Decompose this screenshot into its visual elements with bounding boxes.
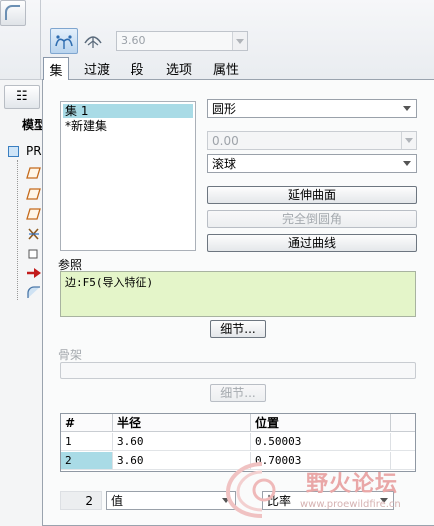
- position-mode-value: 值: [111, 494, 124, 508]
- tab-segment-label: 段: [130, 63, 144, 78]
- rolling-ball-combo[interactable]: 滚球: [207, 154, 417, 173]
- full-round-button: 完全倒圆角: [207, 210, 417, 228]
- radius-value-dropdown: [401, 132, 416, 149]
- tab-properties[interactable]: 属性: [211, 57, 241, 79]
- reference-item[interactable]: 边:F5(导入特征): [65, 276, 153, 289]
- chevron-down-icon: [405, 138, 413, 143]
- set-list-item[interactable]: 集 1: [63, 104, 193, 118]
- model-tree-tab[interactable]: ☷: [4, 85, 40, 109]
- references-collector[interactable]: 边:F5(导入特征): [60, 271, 416, 317]
- tab-properties-label: 属性: [212, 63, 239, 78]
- tab-set[interactable]: 集: [43, 57, 69, 80]
- tree-connector: [17, 160, 18, 300]
- model-tree-root[interactable]: PR: [26, 144, 42, 158]
- table-header-extra: [391, 414, 415, 432]
- radius-combo-value: 3.60: [121, 34, 146, 47]
- transition-mode-button[interactable]: [80, 28, 104, 54]
- chevron-down-icon: [403, 106, 411, 111]
- plane-feature-icon[interactable]: [26, 187, 42, 201]
- through-curve-button[interactable]: 通过曲线: [207, 234, 417, 252]
- skeleton-label: 骨架: [58, 348, 83, 362]
- tab-transition[interactable]: 过渡: [82, 57, 112, 79]
- radius-value-combo: 0.00: [207, 131, 417, 150]
- radius-combo-dropdown[interactable]: [232, 32, 247, 50]
- new-set-item[interactable]: *新建集: [63, 119, 193, 133]
- references-detail-button[interactable]: 细节...: [210, 320, 266, 338]
- round-transition-mode-icon: [84, 36, 102, 48]
- chevron-down-icon: [236, 39, 244, 44]
- tab-set-label: 集: [49, 64, 63, 79]
- point-count: 2: [60, 491, 102, 510]
- table-cell-extra: [391, 433, 415, 451]
- table-cell-position[interactable]: 0.50003: [251, 433, 391, 451]
- toolbar-separator: [40, 0, 41, 80]
- table-header-radius: 半径: [113, 414, 251, 432]
- part-icon: [8, 146, 19, 157]
- watermark-text: 野火论坛: [306, 472, 399, 497]
- tab-transition-label: 过渡: [83, 63, 110, 78]
- rolling-ball-combo-value: 滚球: [212, 157, 237, 171]
- model-corner-button[interactable]: [0, 0, 26, 26]
- round-corner-icon: [5, 5, 20, 20]
- extend-surface-button[interactable]: 延伸曲面: [207, 186, 417, 204]
- table-header-position: 位置: [251, 414, 391, 432]
- csys-icon[interactable]: [26, 227, 42, 241]
- round-set-mode-icon: [55, 35, 73, 49]
- table-header-num: #: [61, 414, 113, 432]
- tree-grid-icon: ☷: [16, 89, 28, 104]
- plane-feature-icon[interactable]: [26, 166, 42, 180]
- position-mode-combo[interactable]: 值: [106, 491, 236, 510]
- table-cell-num[interactable]: 1: [61, 433, 113, 451]
- set-list[interactable]: 集 1 *新建集: [60, 101, 196, 251]
- watermark-logo: [225, 462, 276, 518]
- point-icon[interactable]: [26, 247, 42, 261]
- skeleton-collector: [60, 362, 416, 379]
- chevron-down-icon: [403, 161, 411, 166]
- insert-arrow-icon[interactable]: [26, 266, 42, 280]
- shape-combo[interactable]: 圆形: [207, 99, 417, 118]
- tab-segment[interactable]: 段: [128, 57, 146, 79]
- watermark-url: www.proewildfire.cn: [300, 499, 401, 510]
- table-cell-num-selected[interactable]: 2: [61, 452, 113, 470]
- radius-value-text: 0.00: [212, 134, 239, 148]
- skeleton-detail-button: 细节...: [210, 384, 266, 402]
- table-cell-radius[interactable]: 3.60: [113, 433, 251, 451]
- radius-combo[interactable]: 3.60: [116, 31, 248, 51]
- set-mode-button[interactable]: [50, 28, 78, 54]
- tab-options[interactable]: 选项: [164, 57, 194, 79]
- round-feature-icon[interactable]: [26, 285, 42, 299]
- plane-feature-icon[interactable]: [26, 207, 42, 221]
- tab-options-label: 选项: [165, 63, 192, 78]
- shape-combo-value: 圆形: [212, 102, 237, 116]
